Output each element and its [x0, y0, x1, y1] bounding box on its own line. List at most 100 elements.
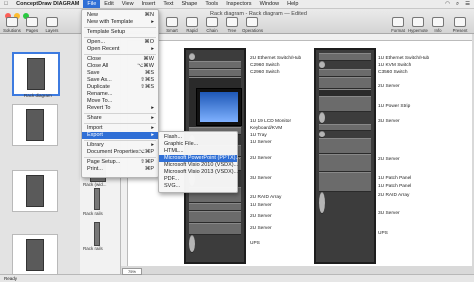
- file-menu-item[interactable]: Document Properties... ⌥⌘P: [82, 149, 158, 156]
- solutions-icon: [6, 17, 18, 27]
- search-icon[interactable]: ⌕: [456, 1, 459, 8]
- file-menu-item[interactable]: Open Recent ▸: [82, 46, 158, 53]
- page-thumbnail-3[interactable]: [12, 170, 58, 212]
- toolbar-solutions[interactable]: Solutions: [2, 17, 22, 33]
- rack-unit[interactable]: [319, 172, 371, 192]
- rack-unit[interactable]: [189, 53, 195, 61]
- file-menu-item[interactable]: Open... ⌘O: [82, 39, 158, 46]
- rack-unit[interactable]: [189, 211, 241, 223]
- file-menu-item[interactable]: Revert To ▸: [82, 105, 158, 112]
- file-menu-item[interactable]: Move To...: [82, 98, 158, 105]
- library-shape-rack-rails[interactable]: [94, 188, 100, 210]
- file-menu-item[interactable]: Save ⌘S: [82, 70, 158, 77]
- rack-unit[interactable]: [319, 131, 325, 138]
- export-menu-item[interactable]: Microsoft Visio 2013 (VSDX)...: [159, 169, 238, 176]
- rack-label: 2U RAID Array: [250, 195, 282, 200]
- menu-separator: [84, 54, 156, 55]
- export-menu-item[interactable]: Flash...: [159, 134, 237, 141]
- rack-unit[interactable]: [189, 223, 241, 235]
- export-menu-item[interactable]: HTML...: [159, 148, 237, 155]
- file-menu-item[interactable]: Close All ⌥⌘W: [82, 63, 158, 70]
- menu-separator: [84, 157, 156, 158]
- export-menu-item[interactable]: Graphic File...: [159, 141, 237, 148]
- app-menu[interactable]: ConceptDraw DIAGRAM: [12, 0, 83, 8]
- menu-file[interactable]: File: [83, 0, 101, 8]
- menu-inspectors[interactable]: Inspectors: [222, 0, 255, 8]
- page-thumbnail-1[interactable]: [12, 52, 60, 96]
- toolbar-info[interactable]: Info: [428, 17, 448, 33]
- menu-insert[interactable]: Insert: [138, 0, 160, 8]
- menu-edit[interactable]: Edit: [100, 0, 117, 8]
- file-menu-item[interactable]: Close ⌘W: [82, 56, 158, 63]
- file-menu-item[interactable]: New ⌘N: [82, 12, 158, 19]
- export-menu-item[interactable]: PDF...: [159, 176, 237, 183]
- file-menu-item[interactable]: Print... ⌘P: [82, 166, 158, 173]
- rack-unit[interactable]: [189, 61, 241, 69]
- rack-label: 1U Patch Panel: [378, 184, 412, 189]
- rack-unit[interactable]: [189, 69, 241, 77]
- page-thumbnail-4[interactable]: [12, 234, 58, 276]
- rack-label: 3U Server: [378, 211, 400, 216]
- rack-unit[interactable]: [319, 61, 325, 69]
- menu-help[interactable]: Help: [283, 0, 302, 8]
- rack-unit[interactable]: [319, 138, 371, 154]
- menu-item-shortcut: ⌘W: [143, 56, 154, 62]
- file-menu-item[interactable]: Share ▸: [82, 115, 158, 122]
- rack-unit[interactable]: [319, 154, 371, 172]
- export-menu-item[interactable]: Microsoft Visio 2010 (VSDX)...: [159, 162, 238, 169]
- rack-unit[interactable]: [319, 77, 371, 89]
- menu-item-label: Rename...: [87, 91, 113, 97]
- toolbar-format[interactable]: Format: [388, 17, 408, 33]
- toolbar-chain[interactable]: Chain: [202, 17, 222, 33]
- zoom-select[interactable]: 75%: [122, 268, 142, 275]
- toolbar-layers[interactable]: Layers: [42, 17, 62, 33]
- rack-unit[interactable]: [189, 203, 241, 211]
- library-shape-rack-rails-2[interactable]: [94, 222, 100, 246]
- toolbar-present[interactable]: Present: [450, 17, 470, 33]
- file-menu-item[interactable]: Template Setup: [82, 29, 158, 36]
- rack-label: 1U Server: [250, 203, 272, 208]
- file-menu-item[interactable]: Rename...: [82, 91, 158, 98]
- export-menu-item[interactable]: SVG...: [159, 183, 237, 190]
- rack-unit[interactable]: [319, 53, 371, 61]
- menu-tools[interactable]: Tools: [201, 0, 222, 8]
- menu-shape[interactable]: Shape: [177, 0, 201, 8]
- wifi-icon[interactable]: ◠: [445, 1, 450, 8]
- toolbar-pages[interactable]: Pages: [22, 17, 42, 33]
- menu-view[interactable]: View: [118, 0, 138, 8]
- toolbar-smart[interactable]: Smart: [162, 17, 182, 33]
- toolbar-operations[interactable]: Operations: [242, 17, 263, 33]
- menu-item-shortcut: ▸: [151, 115, 154, 121]
- rack-unit[interactable]: [319, 69, 371, 77]
- file-menu-item[interactable]: Library ▸: [82, 142, 158, 149]
- rack-unit[interactable]: [319, 89, 371, 96]
- toolbar-hypernote[interactable]: Hypernote: [408, 17, 428, 33]
- file-menu-item[interactable]: Duplicate ⇧⌘S: [82, 84, 158, 91]
- rack-unit[interactable]: [319, 112, 325, 124]
- file-menu-item[interactable]: Save As... ⇧⌘S: [82, 77, 158, 84]
- rack-unit[interactable]: [319, 96, 371, 112]
- menu-window[interactable]: Window: [256, 0, 284, 8]
- export-menu-item[interactable]: Microsoft PowerPoint (PPTX)...: [159, 155, 240, 162]
- file-menu-item[interactable]: Page Setup... ⇧⌘P: [82, 159, 158, 166]
- file-menu-item[interactable]: Export ▸: [82, 132, 158, 139]
- lcd-monitor[interactable]: [196, 88, 242, 126]
- toolbar-tree[interactable]: Tree: [222, 17, 242, 33]
- menu-item-label: Document Properties...: [87, 149, 144, 155]
- menu-item-label: Save As...: [87, 77, 112, 83]
- file-menu-item[interactable]: Import ▸: [82, 125, 158, 132]
- rack-unit[interactable]: [189, 235, 195, 253]
- list-icon[interactable]: ☰: [465, 1, 470, 8]
- rack-unit[interactable]: [319, 124, 371, 131]
- menu-separator: [84, 123, 156, 124]
- page-thumbnail-2[interactable]: [12, 104, 58, 146]
- rack-unit[interactable]: [319, 192, 325, 214]
- apple-icon[interactable]: : [0, 0, 12, 8]
- rack-right[interactable]: [314, 48, 376, 264]
- menu-text[interactable]: Text: [159, 0, 177, 8]
- menu-item-label: Share: [87, 115, 102, 121]
- file-menu-item[interactable]: New with Template ▸: [82, 19, 158, 26]
- status-icons: ◠ ⌕ ☰: [445, 1, 474, 8]
- menu-separator: [84, 37, 156, 38]
- rapid-draw-icon: [186, 17, 198, 27]
